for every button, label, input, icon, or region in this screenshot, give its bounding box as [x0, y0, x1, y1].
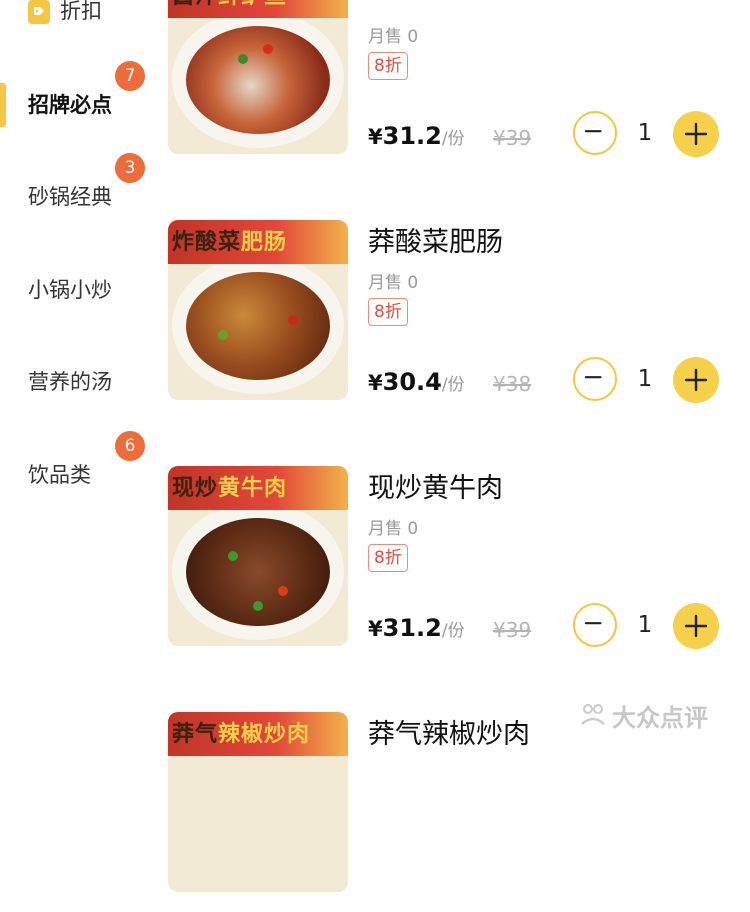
sidebar-item-signature[interactable]: 招牌必点 7 [0, 61, 150, 135]
minus-icon [584, 376, 602, 379]
garnish [228, 551, 238, 561]
price: ¥30.4/份 [368, 368, 465, 396]
minus-icon [584, 130, 602, 133]
dish-image[interactable]: 莽气辣椒炒肉 [168, 712, 348, 892]
quantity: 1 [637, 366, 653, 392]
sidebar-item-label: 营养的汤 [28, 370, 112, 394]
dish-food [186, 272, 330, 380]
garnish [288, 315, 298, 325]
dish-name: 现炒黄牛肉 [368, 473, 503, 504]
discount-tag: 8折 [368, 544, 408, 572]
monthly-sales: 月售 0 [368, 519, 419, 539]
quantity: 1 [637, 120, 653, 146]
monthly-sales: 月售 0 [368, 27, 419, 47]
garnish [238, 54, 248, 64]
dish-banner-text: 现炒黄牛肉 [172, 476, 288, 501]
watermark: 大众点评 [578, 698, 708, 732]
dish-image[interactable]: 酱汁鲜鲈鱼 [168, 0, 348, 154]
tag-icon [28, 0, 50, 24]
garnish [278, 586, 288, 596]
discount-tag: 8折 [368, 52, 408, 80]
increase-button[interactable] [673, 357, 719, 403]
decrease-button[interactable] [573, 111, 617, 155]
dish-banner-text: 炸酸菜肥肠 [172, 230, 288, 255]
original-price: ¥39 [493, 618, 532, 642]
dish-name: 莽气辣椒炒肉 [368, 719, 530, 750]
sidebar-item-drinks[interactable]: 饮品类 6 [0, 431, 150, 505]
count-badge: 3 [115, 153, 145, 183]
sidebar-item-label: 饮品类 [28, 463, 91, 487]
dish-banner-text: 莽气辣椒炒肉 [172, 722, 311, 747]
plus-icon [684, 122, 708, 146]
garnish [218, 330, 228, 340]
increase-button[interactable] [673, 111, 719, 157]
decrease-button[interactable] [573, 603, 617, 647]
menu-item[interactable]: 现炒黄牛肉 现炒黄牛肉 月售 0 8折 ¥31.2/份 ¥39 1 [168, 466, 750, 666]
decrease-button[interactable] [573, 357, 617, 401]
sidebar-item-soup[interactable]: 营养的汤 [0, 352, 150, 412]
quantity: 1 [637, 612, 653, 638]
count-badge: 7 [115, 61, 145, 91]
dish-banner-text: 酱汁鲜鲈鱼 [172, 0, 287, 10]
dish-image[interactable]: 现炒黄牛肉 [168, 466, 348, 646]
original-price: ¥38 [493, 372, 532, 396]
count-badge: 6 [115, 431, 145, 461]
dish-food [186, 26, 330, 134]
discount-tag: 8折 [368, 298, 408, 326]
original-price: ¥39 [493, 126, 532, 150]
dianping-logo-icon [581, 704, 605, 725]
menu-item[interactable]: 炸酸菜肥肠 莽酸菜肥肠 月售 0 8折 ¥30.4/份 ¥38 1 [168, 220, 750, 420]
active-indicator [0, 83, 6, 127]
sidebar-item-label: 招牌必点 [28, 93, 112, 117]
menu-item[interactable]: 莽气辣椒炒肉 莽气辣椒炒肉 [168, 712, 750, 912]
dish-name: 莽酸菜肥肠 [368, 227, 503, 258]
monthly-sales: 月售 0 [368, 273, 419, 293]
plus-icon [684, 614, 708, 638]
price: ¥31.2/份 [368, 122, 465, 150]
sidebar-item-stirfry[interactable]: 小锅小炒 [0, 260, 150, 320]
category-sidebar: 折扣 招牌必点 7 砂锅经典 3 小锅小炒 营养的汤 饮品类 6 [0, 0, 150, 750]
sidebar-item-label: 折扣 [60, 0, 102, 23]
price: ¥31.2/份 [368, 614, 465, 642]
sidebar-item-label: 小锅小炒 [28, 278, 112, 302]
sidebar-item-label: 砂锅经典 [28, 185, 112, 209]
increase-button[interactable] [673, 603, 719, 649]
sidebar-item-claypot[interactable]: 砂锅经典 3 [0, 153, 150, 227]
garnish [253, 601, 263, 611]
sidebar-item-discount[interactable]: 折扣 [0, 0, 150, 34]
menu-item[interactable]: 酱汁鲜鲈鱼 月售 0 8折 ¥31.2/份 ¥39 1 [168, 0, 750, 174]
garnish [263, 44, 273, 54]
plus-icon [684, 368, 708, 392]
dish-image[interactable]: 炸酸菜肥肠 [168, 220, 348, 400]
minus-icon [584, 622, 602, 625]
